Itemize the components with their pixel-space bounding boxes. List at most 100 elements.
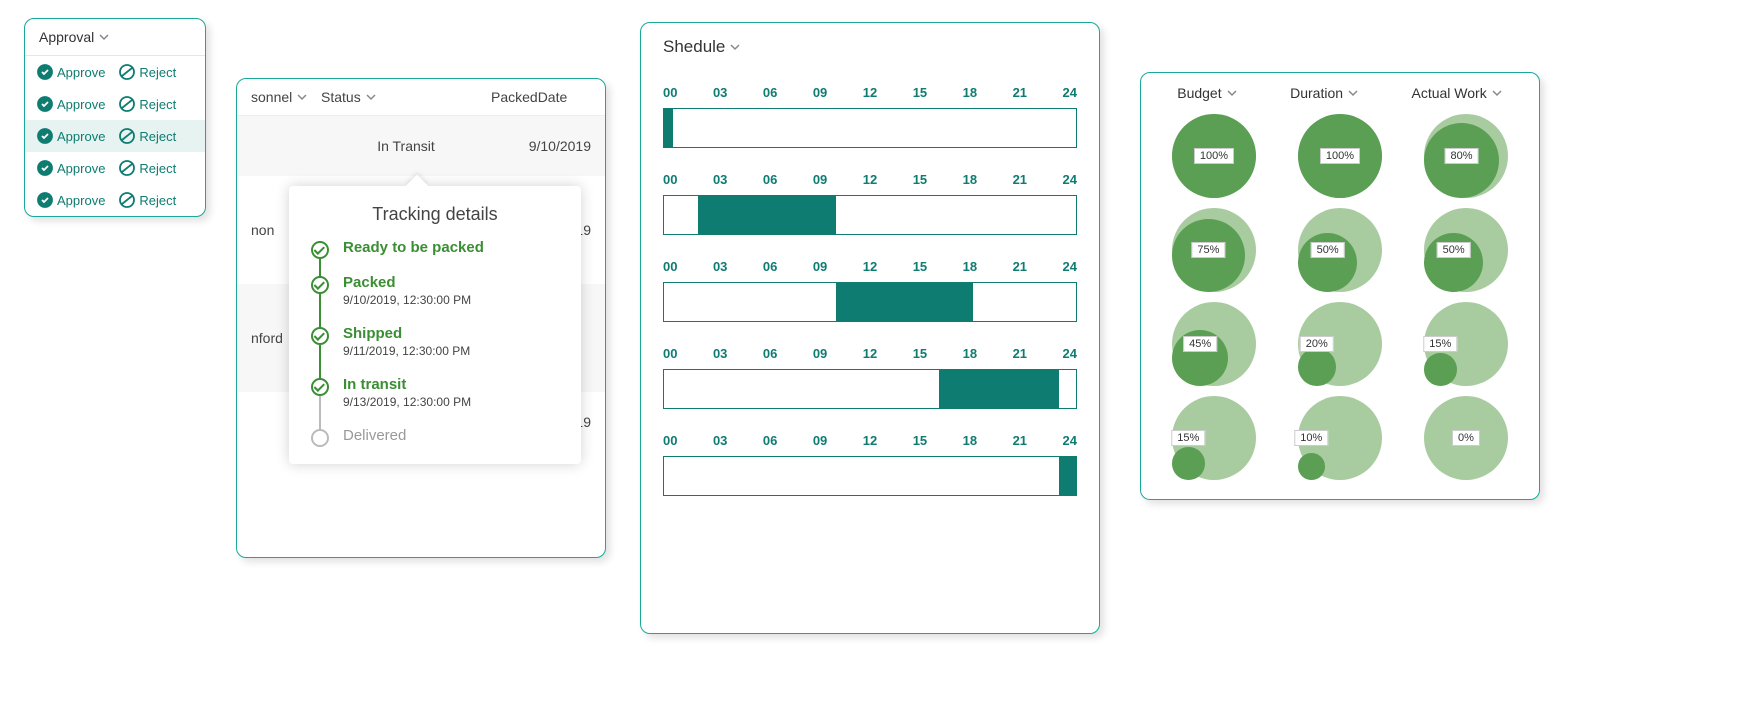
bubble-label: 50% (1311, 242, 1345, 258)
column-personnel[interactable]: sonnel (251, 89, 321, 105)
column-duration[interactable]: Duration (1290, 85, 1359, 101)
schedule-panel: Shedule 00030609121518212400030609121518… (640, 22, 1100, 634)
tick-label: 09 (813, 85, 827, 100)
check-circle-icon (311, 276, 329, 294)
step-label: Shipped (343, 325, 559, 342)
reject-button[interactable]: Reject (119, 96, 176, 112)
connector-line (319, 294, 321, 328)
tick-label: 06 (763, 85, 777, 100)
tick-label: 03 (713, 346, 727, 361)
tick-label: 24 (1063, 433, 1077, 448)
tracking-step: In transit9/13/2019, 12:30:00 PM (311, 376, 559, 409)
tick-label: 24 (1063, 172, 1077, 187)
reject-button[interactable]: Reject (119, 192, 176, 208)
cell-personnel (251, 138, 321, 154)
schedule-bar-track (663, 456, 1077, 496)
status-header-row: sonnel Status PackedDate (237, 79, 605, 116)
chevron-down-icon (1491, 87, 1503, 99)
check-circle-icon (37, 96, 53, 112)
schedule-ticks: 000306091215182124 (663, 85, 1077, 100)
bubble-cell: 50% (1405, 203, 1527, 297)
tick-label: 15 (913, 172, 927, 187)
tick-label: 06 (763, 172, 777, 187)
approve-button[interactable]: Approve (37, 96, 105, 112)
reject-button[interactable]: Reject (119, 160, 176, 176)
bubble-cell: 10% (1279, 391, 1401, 485)
reject-button[interactable]: Reject (119, 128, 176, 144)
approve-button[interactable]: Approve (37, 64, 105, 80)
tick-label: 21 (1013, 259, 1027, 274)
chevron-down-icon (1347, 87, 1359, 99)
approval-rows: ApproveRejectApproveRejectApproveRejectA… (25, 56, 205, 216)
status-body: In Transit9/10/2019non19nfordShipped9/13… (237, 116, 605, 452)
approve-button[interactable]: Approve (37, 128, 105, 144)
ban-icon (119, 96, 135, 112)
tick-label: 15 (913, 433, 927, 448)
check-circle-icon (37, 192, 53, 208)
check-circle-icon (37, 128, 53, 144)
step-timestamp: 9/10/2019, 12:30:00 PM (343, 293, 559, 307)
bubble-inner (1298, 348, 1336, 386)
chevron-down-icon (1226, 87, 1238, 99)
step-timestamp: 9/13/2019, 12:30:00 PM (343, 395, 559, 409)
approval-row: Approve Reject (25, 152, 205, 184)
reject-button[interactable]: Reject (119, 64, 176, 80)
schedule-ticks: 000306091215182124 (663, 172, 1077, 187)
bubble-label: 15% (1423, 336, 1457, 352)
chevron-down-icon (729, 41, 741, 53)
schedule-bar-fill (836, 283, 973, 321)
step-label: Packed (343, 274, 559, 291)
bubble-cell: 15% (1405, 297, 1527, 391)
approve-button[interactable]: Approve (37, 160, 105, 176)
bubble-cell: 100% (1279, 109, 1401, 203)
step-timestamp: 9/11/2019, 12:30:00 PM (343, 344, 559, 358)
tick-label: 03 (713, 259, 727, 274)
circle-icon (311, 429, 329, 447)
schedule-ticks: 000306091215182124 (663, 259, 1077, 274)
bubble-label: 80% (1445, 148, 1479, 164)
column-actual-work[interactable]: Actual Work (1412, 85, 1503, 101)
column-budget[interactable]: Budget (1177, 85, 1237, 101)
tracking-tooltip: Tracking details Ready to be packedPacke… (289, 186, 581, 464)
column-status[interactable]: Status (321, 89, 491, 105)
tick-label: 00 (663, 85, 677, 100)
schedule-bar-fill (664, 109, 673, 147)
bubble-inner (1424, 353, 1457, 386)
ban-icon (119, 160, 135, 176)
tick-label: 24 (1063, 259, 1077, 274)
schedule-row: 000306091215182124 (663, 346, 1077, 409)
tracking-title: Tracking details (311, 204, 559, 225)
tick-label: 12 (863, 433, 877, 448)
tick-label: 12 (863, 172, 877, 187)
status-panel: sonnel Status PackedDate In Transit9/10/… (236, 78, 606, 558)
schedule-bar-fill (698, 196, 835, 234)
schedule-row: 000306091215182124 (663, 433, 1077, 496)
ban-icon (119, 64, 135, 80)
tick-label: 15 (913, 259, 927, 274)
bubble-cell: 80% (1405, 109, 1527, 203)
approve-button[interactable]: Approve (37, 192, 105, 208)
bubble-header: Budget Duration Actual Work (1141, 73, 1539, 107)
tick-label: 00 (663, 259, 677, 274)
schedule-bar-fill (939, 370, 1059, 408)
tick-label: 21 (1013, 172, 1027, 187)
bubble-cell: 75% (1153, 203, 1275, 297)
tick-label: 21 (1013, 346, 1027, 361)
column-packed-date[interactable]: PackedDate (491, 89, 591, 105)
tick-label: 18 (963, 85, 977, 100)
schedule-ticks: 000306091215182124 (663, 433, 1077, 448)
table-row[interactable]: In Transit9/10/2019 (237, 116, 605, 176)
bubble-label: 50% (1437, 242, 1471, 258)
tick-label: 18 (963, 259, 977, 274)
bubble-cell: 0% (1405, 391, 1527, 485)
tick-label: 03 (713, 172, 727, 187)
tracking-step: Delivered (311, 427, 559, 444)
schedule-ticks: 000306091215182124 (663, 346, 1077, 361)
approval-header[interactable]: Approval (25, 19, 205, 56)
bubble-cell: 15% (1153, 391, 1275, 485)
approval-row: Approve Reject (25, 88, 205, 120)
tick-label: 21 (1013, 433, 1027, 448)
connector-line (319, 396, 321, 430)
schedule-header[interactable]: Shedule (641, 23, 1099, 61)
tick-label: 09 (813, 346, 827, 361)
